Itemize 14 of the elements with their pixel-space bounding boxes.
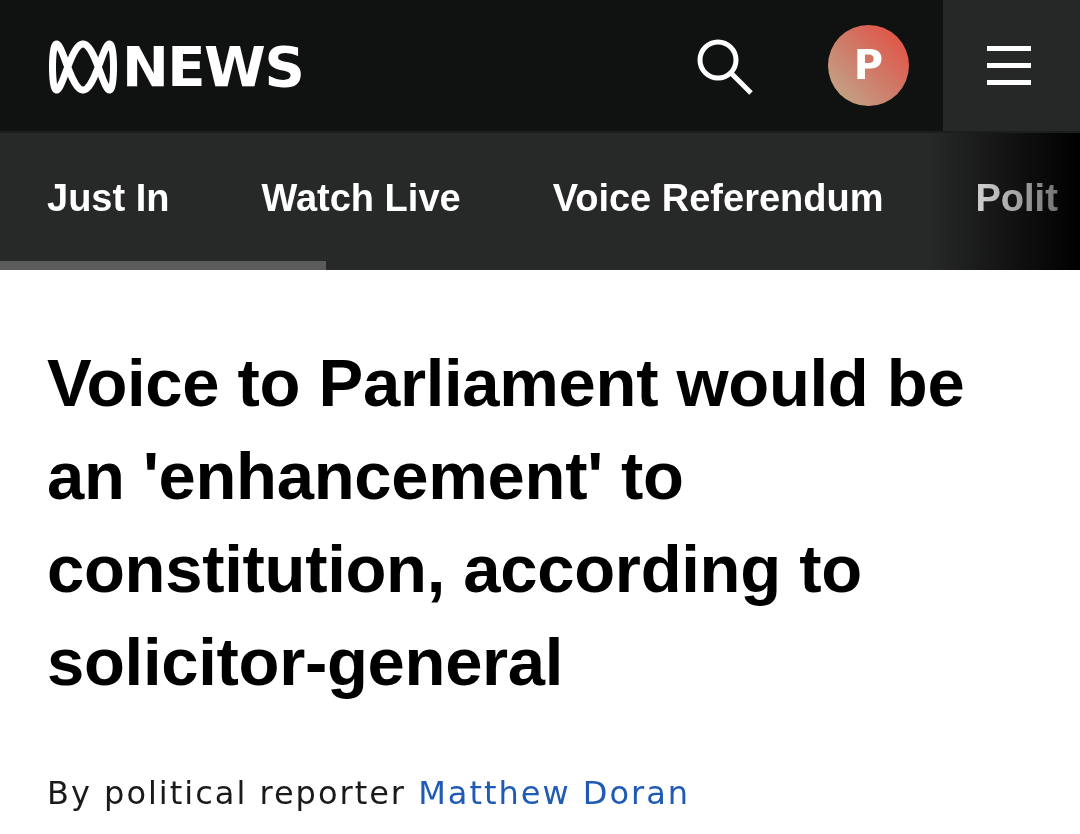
menu-icon <box>986 45 1031 86</box>
nav-tab[interactable]: Just In <box>47 173 170 223</box>
home-logo-link[interactable]: NEWS <box>48 38 304 95</box>
nav-tab[interactable]: Voice Referendum <box>552 173 884 223</box>
byline: By political reporter Matthew Doran <box>47 774 692 812</box>
search-button[interactable] <box>696 37 754 96</box>
nav-tab[interactable]: Polit <box>975 173 1058 223</box>
nav-tab[interactable]: Watch Live <box>261 173 461 223</box>
article-headline: Voice to Parliament would be an 'enhancement' to constitution, according to solicitor-general <box>47 344 966 701</box>
author-link[interactable]: Matthew Doran <box>418 774 691 812</box>
loop-logo-icon <box>48 39 118 94</box>
menu-button[interactable] <box>943 0 1080 131</box>
logo-wordmark: NEWS <box>122 38 304 95</box>
search-icon <box>696 37 754 96</box>
